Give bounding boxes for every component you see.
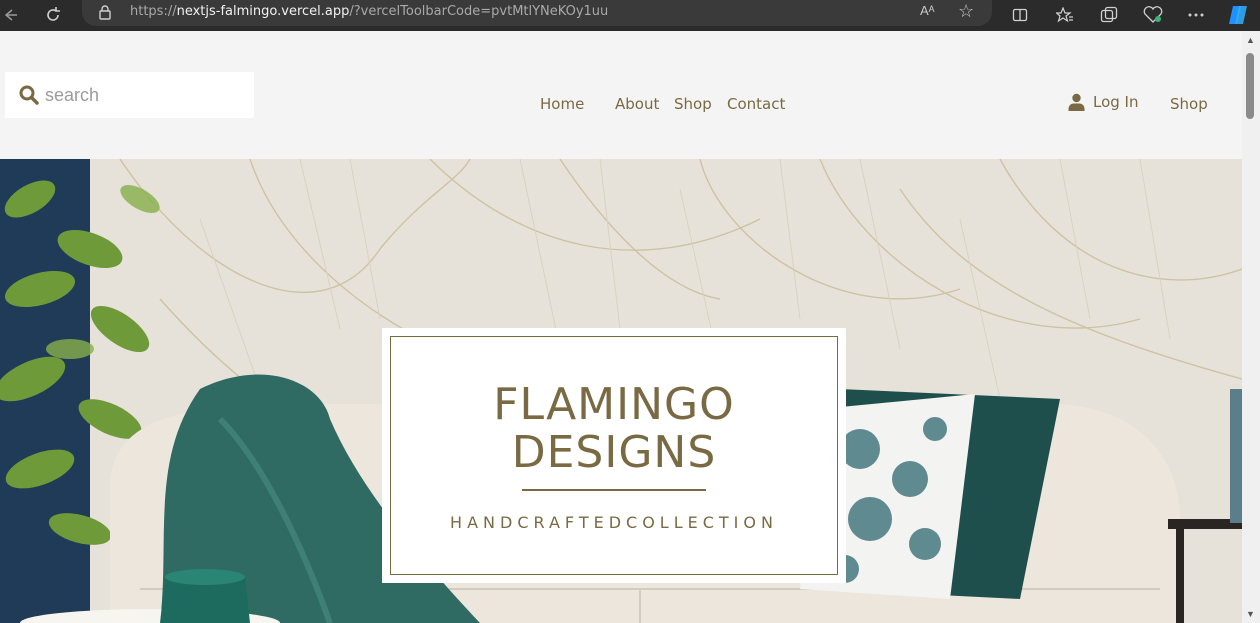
page-scrollbar[interactable]: ▲ ▼: [1242, 31, 1260, 623]
refresh-icon[interactable]: [41, 3, 65, 27]
nav-home[interactable]: Home: [540, 95, 584, 113]
url-text[interactable]: https://nextjs-falmingo.vercel.app/?verc…: [130, 4, 608, 19]
search-box[interactable]: [5, 72, 254, 118]
brand-title-line-2: DESIGNS: [511, 427, 717, 478]
scrollbar-thumb[interactable]: [1246, 53, 1254, 119]
split-screen-icon[interactable]: [1008, 3, 1032, 27]
favorites-icon[interactable]: [1053, 3, 1077, 27]
brand-title: FLAMINGO DESIGNS: [391, 381, 837, 477]
collections-icon[interactable]: [1097, 3, 1121, 27]
search-input[interactable]: [45, 82, 245, 108]
lock-icon[interactable]: [98, 4, 112, 20]
scroll-down-arrow-icon[interactable]: ▼: [1246, 609, 1255, 619]
brand-tagline: HANDCRAFTEDCOLLECTION: [450, 513, 778, 532]
user-icon: [1068, 93, 1085, 111]
back-icon[interactable]: [0, 3, 22, 27]
read-aloud-icon[interactable]: Aᴬ: [920, 3, 935, 18]
favorite-star-icon[interactable]: ☆: [958, 1, 974, 22]
title-divider: [522, 489, 706, 491]
header-shop-link[interactable]: Shop: [1170, 95, 1208, 113]
hero-banner: FLAMINGO DESIGNS HANDCRAFTEDCOLLECTION: [0, 159, 1242, 623]
site-header: Home About Shop Contact Log In Shop: [0, 31, 1242, 159]
nav-contact[interactable]: Contact: [727, 95, 785, 113]
browser-essentials-icon[interactable]: [1141, 3, 1165, 27]
search-icon[interactable]: [19, 85, 39, 105]
title-card-frame: FLAMINGO DESIGNS HANDCRAFTEDCOLLECTION: [390, 336, 838, 575]
nav-shop[interactable]: Shop: [674, 95, 712, 113]
login-button[interactable]: Log In: [1068, 93, 1139, 111]
scroll-up-arrow-icon[interactable]: ▲: [1246, 35, 1255, 45]
address-bar[interactable]: https://nextjs-falmingo.vercel.app/?verc…: [82, 0, 992, 26]
brand-title-line-1: FLAMINGO: [493, 379, 735, 430]
browser-toolbar: https://nextjs-falmingo.vercel.app/?verc…: [0, 0, 1260, 31]
brand-title-card: FLAMINGO DESIGNS HANDCRAFTEDCOLLECTION: [382, 328, 846, 583]
nav-about[interactable]: About: [615, 95, 659, 113]
more-icon[interactable]: [1184, 3, 1208, 27]
copilot-icon[interactable]: [1226, 3, 1250, 27]
login-label: Log In: [1093, 93, 1139, 111]
